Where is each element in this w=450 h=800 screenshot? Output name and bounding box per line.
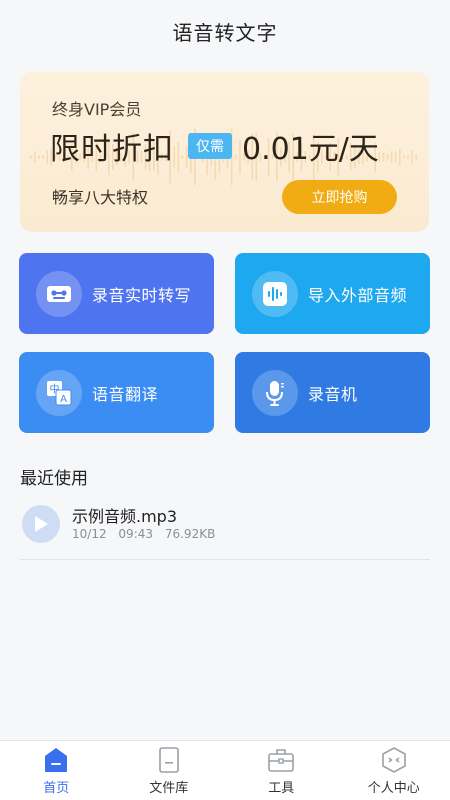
app-header: 语音转文字 — [0, 0, 450, 62]
feature-voice-translate[interactable]: 中 A 语音翻译 — [19, 352, 214, 433]
feature-label: 导入外部音频 — [308, 285, 408, 305]
tab-label: 文件库 — [149, 781, 189, 796]
file-time: 09:43 — [118, 527, 154, 541]
vip-headline: 限时折扣 — [50, 132, 174, 167]
home-icon — [45, 748, 68, 772]
tape-icon — [36, 270, 82, 317]
file-size: 76.92KB — [164, 527, 216, 541]
buy-now-button[interactable]: 立即抢购 — [282, 180, 397, 214]
tab-tools[interactable]: 工具 — [225, 741, 338, 800]
vip-badge: 仅需 — [188, 133, 232, 159]
toolbox-icon — [268, 749, 295, 772]
tab-files[interactable]: 文件库 — [113, 741, 226, 800]
file-icon — [158, 747, 179, 773]
tab-label: 工具 — [268, 781, 295, 796]
file-date: 10/12 — [72, 527, 107, 541]
list-item[interactable]: 示例音频.mp3 10/12 09:43 76.92KB — [20, 500, 430, 560]
file-name: 示例音频.mp3 — [72, 507, 178, 526]
tab-home[interactable]: 首页 — [0, 741, 113, 800]
vip-banner[interactable]: 终身VIP会员 限时折扣 仅需 0.01元/天 畅享八大特权 立即抢购 — [20, 72, 429, 232]
vip-title: 终身VIP会员 — [52, 100, 142, 119]
page-title: 语音转文字 — [172, 20, 278, 45]
play-icon[interactable] — [22, 505, 60, 543]
microphone-icon — [252, 369, 298, 416]
bottom-tab-bar: 首页 文件库 工具 个人中心 — [0, 740, 450, 800]
tab-label: 个人中心 — [367, 781, 420, 796]
recent-section-title: 最近使用 — [20, 469, 88, 489]
feature-import-audio[interactable]: 导入外部音频 — [235, 253, 430, 334]
feature-label: 录音实时转写 — [92, 285, 192, 305]
vip-offer-row: 限时折扣 仅需 0.01元/天 — [50, 124, 379, 168]
profile-icon — [381, 747, 406, 773]
vip-subtitle: 畅享八大特权 — [52, 188, 149, 207]
translate-icon: 中 A — [36, 369, 82, 416]
feature-realtime-transcribe[interactable]: 录音实时转写 — [19, 253, 214, 334]
feature-label: 录音机 — [308, 384, 358, 404]
waveform-icon — [252, 270, 298, 317]
file-meta: 10/12 09:43 76.92KB — [72, 527, 215, 541]
vip-price: 0.01元/天 — [242, 132, 379, 167]
app-screen: 语音转文字 终身VIP会员 限时折扣 仅需 0.01元/天 畅享八大特权 立即抢… — [0, 0, 450, 800]
tab-profile[interactable]: 个人中心 — [338, 741, 450, 800]
svg-text:A: A — [60, 394, 67, 405]
tab-label: 首页 — [43, 781, 70, 796]
feature-label: 语音翻译 — [92, 384, 159, 404]
feature-recorder[interactable]: 录音机 — [235, 352, 430, 433]
